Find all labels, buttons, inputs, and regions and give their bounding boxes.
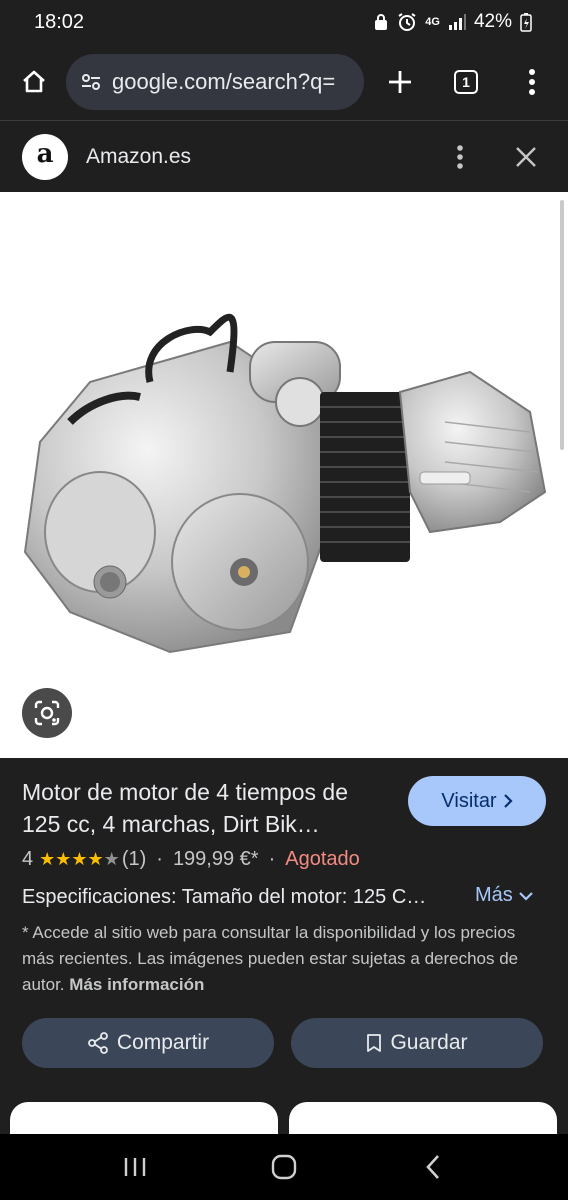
home-button[interactable] — [14, 62, 54, 102]
share-icon — [88, 1032, 108, 1054]
amazon-logo: a — [22, 133, 68, 180]
rating-value: 4 — [22, 848, 34, 870]
network-type: 4G — [425, 16, 440, 28]
plus-icon — [389, 71, 411, 93]
close-icon — [516, 146, 536, 167]
back-icon — [426, 1155, 440, 1179]
signal-icon — [448, 14, 466, 30]
bookmark-icon — [367, 1034, 382, 1052]
recents-button[interactable] — [105, 1142, 165, 1192]
product-info-panel: Motor de motor de 4 tiempos de 125 cc, 4… — [0, 758, 568, 1142]
product-specs: Especificaciones: Tamaño del motor: 125 … — [22, 886, 427, 908]
share-button[interactable]: Compartir — [22, 1018, 274, 1068]
address-bar[interactable]: google.com/search?q= — [66, 54, 364, 110]
star-empty: ★ — [103, 849, 120, 869]
star-filled: ★★★★ — [39, 849, 104, 869]
alarm-icon — [398, 13, 416, 31]
chevron-right-icon — [503, 794, 513, 808]
engine-image — [23, 313, 547, 654]
status-time: 18:02 — [34, 10, 85, 33]
google-lens-icon — [34, 700, 60, 726]
recents-icon — [124, 1158, 145, 1176]
lens-button[interactable] — [22, 688, 72, 738]
more-vert-icon — [529, 69, 535, 95]
result-more-button[interactable] — [440, 137, 480, 177]
more-specs-button[interactable]: Más — [475, 884, 533, 907]
share-label: Compartir — [116, 1031, 210, 1054]
product-title[interactable]: Motor de motor de 4 tiempos de 125 cc, 4… — [22, 776, 392, 840]
product-meta: 4 ★★★★★ (1) · 199,99 €* · Agotado — [22, 848, 360, 871]
visit-button[interactable]: Visitar — [408, 776, 546, 826]
battery-charging-icon — [520, 13, 532, 32]
home-icon — [23, 70, 45, 93]
browser-menu-button[interactable] — [510, 60, 554, 104]
system-nav-bar — [0, 1134, 568, 1200]
home-nav-button[interactable] — [254, 1142, 314, 1192]
result-header: a Amazon.es — [0, 120, 568, 192]
rating-stars: ★★★★★ — [39, 849, 120, 870]
product-image[interactable] — [0, 192, 568, 758]
save-label: Guardar — [390, 1031, 468, 1054]
site-name: Amazon.es — [86, 144, 192, 168]
image-scroll-indicator — [560, 200, 564, 450]
close-button[interactable] — [506, 137, 546, 177]
logo-letter: a — [36, 138, 54, 169]
browser-toolbar: google.com/search?q= 1 — [0, 44, 568, 120]
chevron-down-icon — [519, 891, 533, 901]
separator: · — [156, 848, 163, 870]
site-settings-icon — [82, 74, 100, 90]
availability-status: Agotado — [285, 848, 360, 870]
tab-count: 1 — [454, 70, 478, 94]
save-button[interactable]: Guardar — [291, 1018, 543, 1068]
new-tab-button[interactable] — [378, 60, 422, 104]
visit-label: Visitar — [441, 789, 497, 812]
lock-notification-icon — [375, 14, 388, 30]
review-count: (1) — [121, 848, 147, 870]
more-label: Más — [475, 884, 513, 906]
tab-switcher-button[interactable]: 1 — [444, 60, 488, 104]
more-vert-icon — [457, 144, 463, 169]
more-info-link[interactable]: Más información — [69, 975, 204, 994]
status-icons: 4G 42% — [373, 11, 532, 33]
url-text: google.com/search?q= — [112, 69, 336, 94]
status-bar: 18:02 4G 42% — [0, 0, 568, 44]
disclaimer-text: * Accede al sitio web para consultar la … — [22, 920, 546, 998]
back-button[interactable] — [403, 1142, 463, 1192]
separator: · — [268, 848, 276, 870]
home-circle-icon — [271, 1154, 297, 1180]
battery-percent: 42% — [473, 11, 512, 32]
price: 199,99 €* — [172, 848, 259, 870]
